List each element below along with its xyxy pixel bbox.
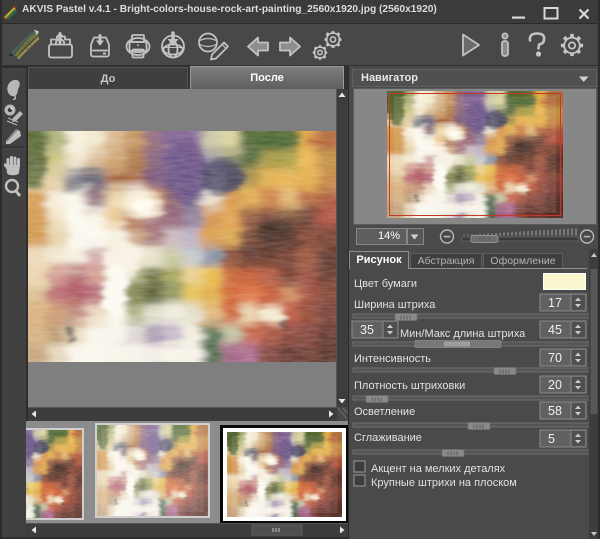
- svg-text:58: 58: [548, 404, 562, 418]
- svg-text:70: 70: [548, 351, 562, 365]
- svg-text:45: 45: [548, 323, 562, 337]
- svg-text:17: 17: [548, 296, 562, 310]
- svg-text:5: 5: [548, 432, 555, 446]
- svg-text:35: 35: [360, 323, 374, 337]
- svg-text:20: 20: [548, 378, 562, 392]
